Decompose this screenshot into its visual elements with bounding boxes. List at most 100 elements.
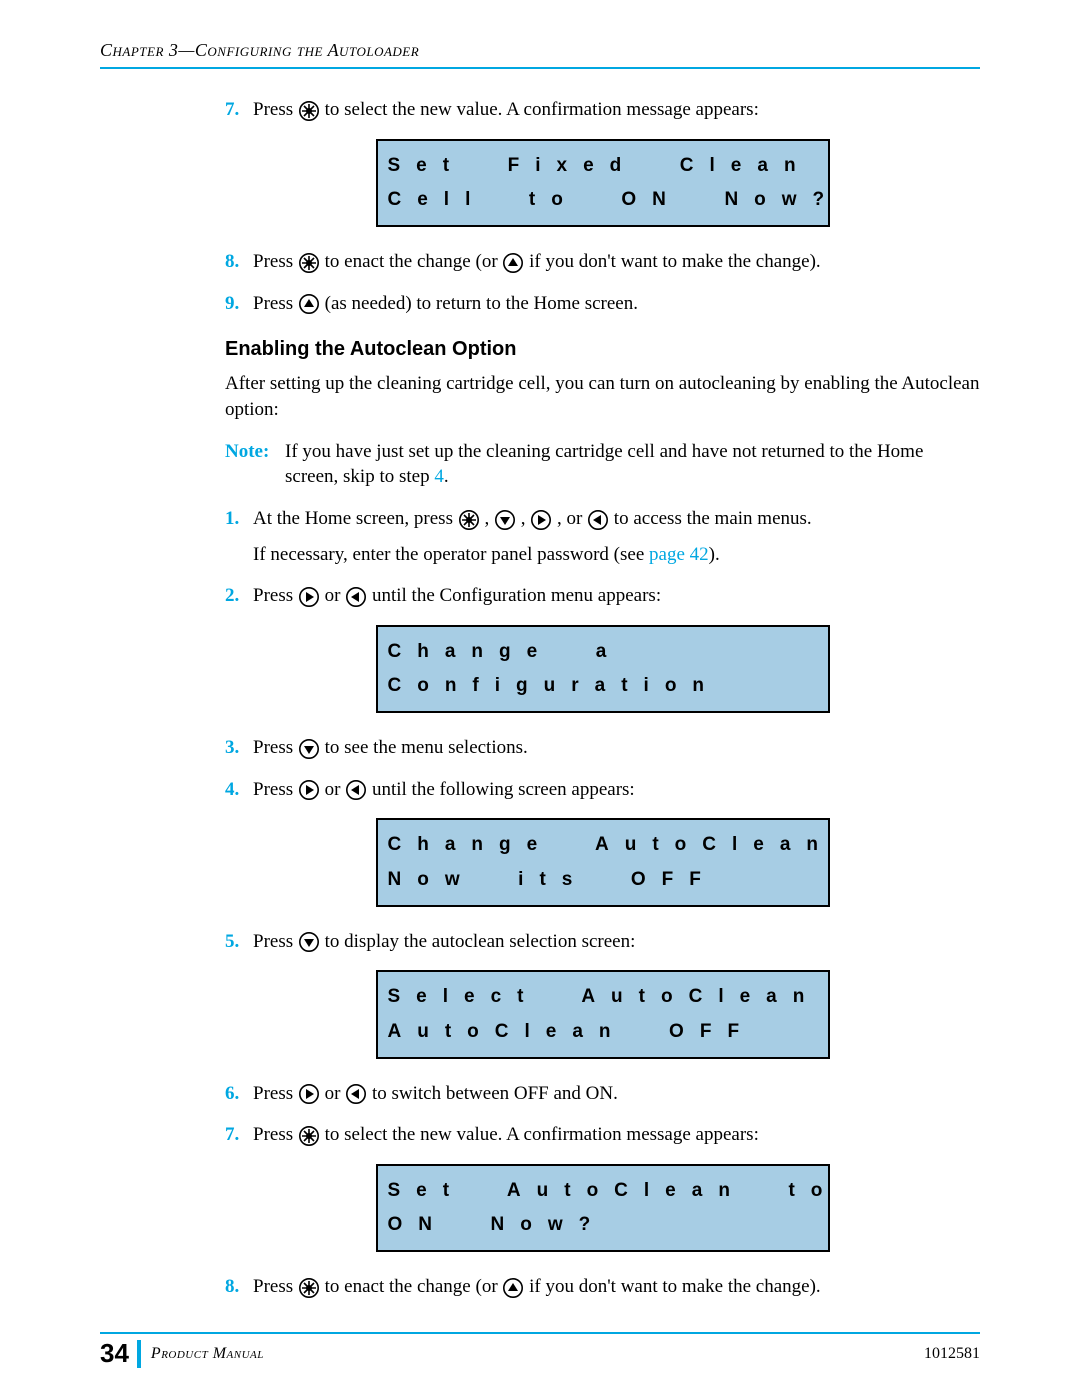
text: to display the autoclean selection scree… bbox=[325, 931, 636, 952]
text: or bbox=[325, 585, 346, 606]
text: If you have just set up the cleaning car… bbox=[285, 441, 923, 488]
step-text: Press to display the autoclean selection… bbox=[253, 929, 980, 955]
text: Press bbox=[253, 1124, 298, 1145]
text: Press bbox=[253, 251, 298, 272]
text: to enact the change (or bbox=[325, 1276, 503, 1297]
footer-accent-bar bbox=[137, 1340, 141, 1368]
header-rule bbox=[100, 67, 980, 69]
step-text: At the Home screen, press , , , or to ac… bbox=[253, 506, 980, 567]
lcd-display-1: Set Fixed Clean Cell to ON Now? bbox=[376, 139, 830, 227]
right-icon bbox=[299, 780, 319, 800]
text: , or bbox=[557, 508, 587, 529]
step-number: 9. bbox=[225, 291, 253, 317]
step-6: 6. Press or to switch between OFF and ON… bbox=[225, 1081, 980, 1107]
text: (as needed) to return to the Home screen… bbox=[325, 293, 638, 314]
text: until the following screen appears: bbox=[372, 779, 635, 800]
page-link[interactable]: page 42 bbox=[649, 544, 709, 565]
text: . bbox=[444, 466, 449, 487]
step-2: 2. Press or until the Configuration menu… bbox=[225, 583, 980, 609]
step-number: 7. bbox=[225, 97, 253, 123]
step-1: 1. At the Home screen, press , , , or to… bbox=[225, 506, 980, 567]
step-text: Press or until the following screen appe… bbox=[253, 777, 980, 803]
step-text: Press or until the Configuration menu ap… bbox=[253, 583, 980, 609]
text: to switch between OFF and ON. bbox=[372, 1083, 618, 1104]
text: if you don't want to make the change). bbox=[529, 251, 821, 272]
step-link[interactable]: 4 bbox=[434, 466, 444, 487]
step-9-top: 9. Press (as needed) to return to the Ho… bbox=[225, 291, 980, 317]
text: to see the menu selections. bbox=[325, 737, 528, 758]
page-footer: 34 Product Manual 1012581 bbox=[100, 1324, 980, 1369]
lcd-display-5: Set AutoClean to ON Now? bbox=[376, 1164, 830, 1252]
step-number: 6. bbox=[225, 1081, 253, 1107]
step-text: Press to enact the change (or if you don… bbox=[253, 1274, 980, 1300]
text: Press bbox=[253, 1083, 298, 1104]
step-number: 7. bbox=[225, 1122, 253, 1148]
down-icon bbox=[299, 932, 319, 952]
step-number: 3. bbox=[225, 735, 253, 761]
lcd-display-4: Select AutoClean AutoClean OFF bbox=[376, 970, 830, 1058]
step-text: Press to select the new value. A confirm… bbox=[253, 97, 980, 123]
step-text: Press to enact the change (or if you don… bbox=[253, 249, 980, 275]
left-icon bbox=[346, 587, 366, 607]
step-number: 2. bbox=[225, 583, 253, 609]
step-text: Press (as needed) to return to the Home … bbox=[253, 291, 980, 317]
right-icon bbox=[299, 1084, 319, 1104]
step-number: 4. bbox=[225, 777, 253, 803]
text: until the Configuration menu appears: bbox=[372, 585, 661, 606]
step-7-top: 7. Press to select the new value. A conf… bbox=[225, 97, 980, 123]
text: Press bbox=[253, 99, 298, 120]
text: Press bbox=[253, 931, 298, 952]
left-icon bbox=[346, 1084, 366, 1104]
up-icon bbox=[299, 294, 319, 314]
footer-rule bbox=[100, 1332, 980, 1334]
text: Press bbox=[253, 585, 298, 606]
text: Press bbox=[253, 779, 298, 800]
text: At the Home screen, press bbox=[253, 508, 458, 529]
select-icon bbox=[299, 1278, 319, 1298]
text: to enact the change (or bbox=[325, 251, 503, 272]
up-icon bbox=[503, 1278, 523, 1298]
step-4: 4. Press or until the following screen a… bbox=[225, 777, 980, 803]
text: to access the main menus. bbox=[614, 508, 812, 529]
section-intro: After setting up the cleaning cartridge … bbox=[225, 371, 980, 422]
text: or bbox=[325, 779, 346, 800]
section-heading: Enabling the Autoclean Option bbox=[225, 338, 980, 361]
text: Press bbox=[253, 737, 298, 758]
step-8-top: 8. Press to enact the change (or if you … bbox=[225, 249, 980, 275]
select-icon bbox=[459, 510, 479, 530]
note: Note: If you have just set up the cleani… bbox=[225, 439, 980, 490]
step-number: 5. bbox=[225, 929, 253, 955]
step-text: Press to select the new value. A confirm… bbox=[253, 1122, 980, 1148]
step-number: 1. bbox=[225, 506, 253, 567]
step-number: 8. bbox=[225, 1274, 253, 1300]
step-text: Press or to switch between OFF and ON. bbox=[253, 1081, 980, 1107]
lcd-display-3: Change AutoClean Now its OFF bbox=[376, 818, 830, 906]
lcd-display-2: Change a Configuration bbox=[376, 625, 830, 713]
note-label: Note: bbox=[225, 439, 285, 490]
text: or bbox=[325, 1083, 346, 1104]
step-subtext: If necessary, enter the operator panel p… bbox=[253, 542, 980, 568]
step-8: 8. Press to enact the change (or if you … bbox=[225, 1274, 980, 1300]
text: If necessary, enter the operator panel p… bbox=[253, 544, 649, 565]
text: Press bbox=[253, 1276, 298, 1297]
down-icon bbox=[495, 510, 515, 530]
select-icon bbox=[299, 1126, 319, 1146]
text: , bbox=[484, 508, 494, 529]
right-icon bbox=[299, 587, 319, 607]
select-icon bbox=[299, 253, 319, 273]
right-icon bbox=[531, 510, 551, 530]
text: if you don't want to make the change). bbox=[529, 1276, 821, 1297]
left-icon bbox=[346, 780, 366, 800]
text: , bbox=[521, 508, 531, 529]
down-icon bbox=[299, 739, 319, 759]
note-text: If you have just set up the cleaning car… bbox=[285, 439, 980, 490]
page-number: 34 bbox=[100, 1338, 129, 1369]
step-5: 5. Press to display the autoclean select… bbox=[225, 929, 980, 955]
step-7: 7. Press to select the new value. A conf… bbox=[225, 1122, 980, 1148]
text: to select the new value. A confirmation … bbox=[325, 99, 759, 120]
step-number: 8. bbox=[225, 249, 253, 275]
text: to select the new value. A confirmation … bbox=[325, 1124, 759, 1145]
left-icon bbox=[588, 510, 608, 530]
step-text: Press to see the menu selections. bbox=[253, 735, 980, 761]
product-manual-label: Product Manual bbox=[151, 1345, 264, 1363]
